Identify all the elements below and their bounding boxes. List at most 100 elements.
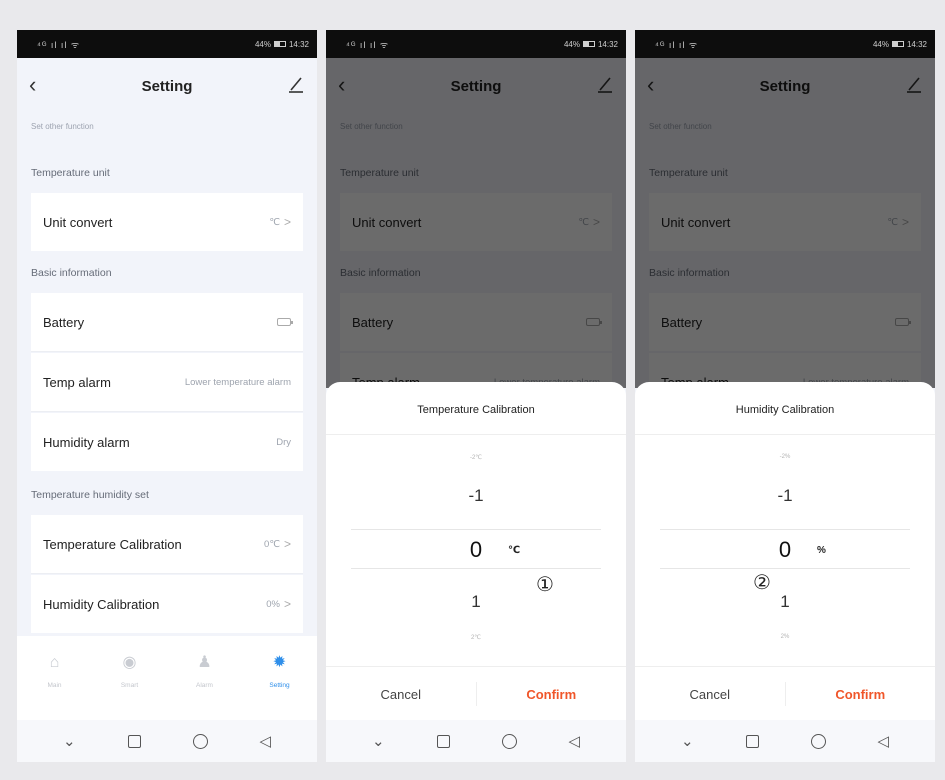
battery-status-icon [273,41,286,47]
divider [31,351,303,352]
battery-status-icon [891,41,904,47]
signal-indicator: ⁴ᴳ ıl ıl ᯤ [37,39,81,50]
page-title: Setting [141,77,193,95]
picker-selected-value[interactable]: 0 [635,537,935,563]
row-label: Humidity Calibration [43,596,160,612]
phone-temperature-dialog: ⁴ᴳ ıl ıl ᯤ 44%14:32 ‹ Setting Set other … [326,30,626,762]
recents-icon[interactable] [745,734,759,748]
divider [635,434,935,435]
tab-alarm[interactable]: ♟ Alarm [175,654,235,689]
chevron-down-icon[interactable]: ⌄ [372,732,385,750]
dialog-actions: Cancel Confirm [326,668,626,720]
gear-icon: ✹ [272,654,287,671]
row-label: Humidity alarm [43,434,130,450]
picker-option[interactable]: -1 [635,486,935,506]
status-bar: ⁴ᴳ ıl ıl ᯤ 44% 14:32 [635,30,935,58]
battery-percent: 44% [254,39,271,49]
battery-status-icon [582,41,595,47]
row-label: Battery [43,314,85,330]
chevron-right-icon: > [283,597,291,611]
picker-selected-value[interactable]: 0 [326,537,626,563]
picker-option[interactable]: -2℃ [326,454,626,461]
status-bar: ⁴ᴳ ıl ıl ᯤ 44% 14:32 [326,30,626,58]
modal-overlay[interactable] [326,58,626,388]
temperature-calibration-row[interactable]: Temperature Calibration 0℃ > [31,515,303,573]
cancel-button[interactable]: Cancel [326,687,476,702]
picker-highlight-top [351,529,601,530]
back-icon[interactable]: ‹ [29,74,36,96]
tab-smart[interactable]: ◉ Smart [100,654,160,689]
picker-highlight-bottom [351,568,601,569]
section-basic-information: Basic information [31,267,112,279]
clock: 14:32 [597,39,618,49]
chevron-right-icon: > [283,215,291,229]
recents-icon[interactable] [127,734,141,748]
confirm-button[interactable]: Confirm [477,687,627,702]
temperature-calibration-sheet: Temperature Calibration -2℃ -1 0 ℃ 1 ① 2… [326,382,626,720]
row-label: Temp alarm [43,374,111,390]
divider [635,666,935,667]
back-triangle-icon[interactable]: ◁ [568,732,580,750]
unit-label: % [817,545,826,556]
picker-option[interactable]: -2% [635,454,935,460]
temp-alarm-row[interactable]: Temp alarm Lower temperature alarm [31,353,303,411]
recents-icon[interactable] [436,734,450,748]
row-label: Unit convert [43,214,113,230]
chevron-right-icon: > [283,537,291,551]
bottom-tab-bar: ⌂ Main ◉ Smart ♟ Alarm ✹ Setting [17,636,317,720]
subtitle: Set other function [31,122,94,131]
divider [31,411,303,412]
picker-option[interactable]: -1 [326,486,626,506]
unit-convert-row[interactable]: Unit convert ℃ > [31,193,303,251]
chevron-down-icon[interactable]: ⌄ [681,732,694,750]
picker-option[interactable]: 2% [635,634,935,640]
home-icon: ⌂ [49,654,60,671]
divider [31,573,303,574]
system-nav-bar: ⌄ ◁ [326,720,626,762]
divider [326,434,626,435]
picker-option[interactable]: 1 [326,592,626,612]
clock: 14:32 [288,39,309,49]
humidity-calibration-sheet: Humidity Calibration -2% -1 0 % 1 ② 2% C… [635,382,935,720]
battery-percent: 44% [563,39,580,49]
chevron-down-icon[interactable]: ⌄ [63,732,76,750]
phone-humidity-dialog: ⁴ᴳ ıl ıl ᯤ 44%14:32 ‹ Setting Set other … [635,30,935,762]
row-value: Dry [276,436,291,448]
row-label: Temperature Calibration [43,536,182,552]
picker-highlight-top [660,529,910,530]
modal-overlay[interactable] [635,58,935,388]
humidity-alarm-row[interactable]: Humidity alarm Dry [31,413,303,471]
picker-option[interactable]: 1 [635,592,935,612]
dialog-title: Temperature Calibration [417,404,535,416]
battery-percent: 44% [872,39,889,49]
humidity-calibration-row[interactable]: Humidity Calibration 0% > [31,575,303,633]
back-triangle-icon[interactable]: ◁ [877,732,889,750]
tab-main[interactable]: ⌂ Main [25,654,85,689]
smart-icon: ◉ [122,654,137,671]
tab-setting[interactable]: ✹ Setting [250,654,310,689]
picker-option[interactable]: 2℃ [326,634,626,641]
bell-icon: ♟ [197,654,212,671]
system-nav-bar: ⌄ ◁ [635,720,935,762]
battery-row: Battery [31,293,303,351]
edit-icon[interactable] [287,74,305,94]
back-triangle-icon[interactable]: ◁ [259,732,271,750]
system-nav-bar: ⌄ ◁ [17,720,317,762]
home-circle-icon[interactable] [192,733,208,749]
row-value: 0% [266,598,280,610]
row-value: ℃ [269,216,280,228]
row-value: 0℃ [264,538,280,550]
divider [326,666,626,667]
home-circle-icon[interactable] [810,733,826,749]
step-marker: ② [753,572,771,594]
section-temperature-humidity-set: Temperature humidity set [31,489,149,501]
confirm-button[interactable]: Confirm [786,687,936,702]
signal-indicator: ⁴ᴳ ıl ıl ᯤ [346,39,390,50]
cancel-button[interactable]: Cancel [635,687,785,702]
home-circle-icon[interactable] [501,733,517,749]
clock: 14:32 [906,39,927,49]
battery-icon [277,318,293,326]
dialog-title: Humidity Calibration [735,404,835,416]
app-header: ‹ Setting [17,58,317,114]
signal-indicator: ⁴ᴳ ıl ıl ᯤ [655,39,699,50]
